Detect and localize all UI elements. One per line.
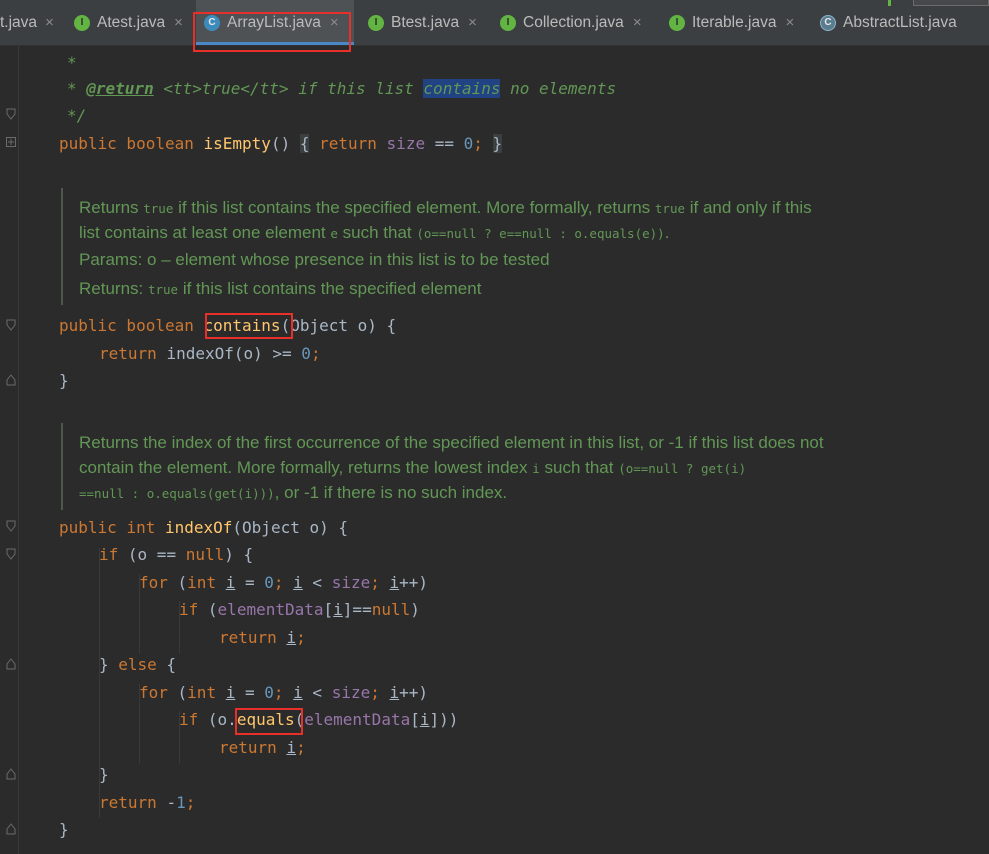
fold-icon[interactable] bbox=[6, 374, 16, 386]
fold-icon[interactable] bbox=[6, 548, 16, 560]
run-indicator-icon bbox=[888, 0, 891, 6]
interface-icon: I bbox=[500, 14, 516, 31]
fold-icon[interactable] bbox=[6, 319, 16, 331]
code-line-indexof: public int indexOf(Object o) { bbox=[59, 518, 348, 537]
doc-line: Returns true if this list contains the s… bbox=[79, 198, 812, 217]
code-line: for (int i = 0; i < size; i++) bbox=[139, 683, 429, 702]
code-line: */ bbox=[67, 106, 87, 125]
code-line: if (o == null) { bbox=[99, 545, 254, 564]
tab-label: ArrayList.java bbox=[227, 13, 321, 31]
code-line: } bbox=[99, 765, 109, 784]
fold-icon[interactable] bbox=[6, 137, 16, 149]
tab-t-java[interactable]: t.java × bbox=[0, 0, 62, 45]
tab-label: Collection.java bbox=[523, 13, 624, 31]
fold-icon[interactable] bbox=[6, 768, 16, 780]
code-line: } bbox=[59, 820, 69, 839]
code-line: if (elementData[i]==null) bbox=[179, 600, 420, 619]
fold-icon[interactable] bbox=[6, 108, 16, 120]
code-line: * bbox=[67, 53, 77, 72]
doc-line: contain the element. More formally, retu… bbox=[79, 458, 747, 477]
code-line: return i; bbox=[219, 628, 306, 647]
tab-label: Atest.java bbox=[97, 13, 166, 31]
rendered-javadoc-indexof: Returns the index of the first occurrenc… bbox=[61, 423, 861, 510]
tab-label: t.java bbox=[0, 13, 38, 31]
code-line: return indexOf(o) >= 0; bbox=[99, 344, 321, 363]
doc-line: ==null : o.equals(get(i))), or -1 if the… bbox=[79, 483, 508, 502]
gutter-divider bbox=[18, 46, 19, 854]
interface-icon: I bbox=[368, 14, 384, 31]
close-icon[interactable]: × bbox=[785, 14, 794, 31]
doc-line: Returns the index of the first occurrenc… bbox=[79, 433, 824, 452]
tab-btest[interactable]: I Btest.java × bbox=[360, 0, 488, 45]
search-match: contains bbox=[423, 79, 501, 98]
tab-atest[interactable]: I Atest.java × bbox=[66, 0, 192, 45]
code-line-contains: public boolean contains(Object o) { bbox=[59, 316, 397, 335]
close-icon[interactable]: × bbox=[45, 14, 54, 31]
close-icon[interactable]: × bbox=[330, 14, 339, 31]
abstract-class-icon: C bbox=[820, 14, 836, 31]
tab-label: Btest.java bbox=[391, 13, 460, 31]
tab-label: Iterable.java bbox=[692, 13, 777, 31]
close-icon[interactable]: × bbox=[174, 14, 183, 31]
class-icon: C bbox=[204, 14, 220, 31]
interface-icon: I bbox=[669, 14, 685, 31]
fold-icon[interactable] bbox=[6, 823, 16, 835]
code-line: } else { bbox=[99, 655, 177, 674]
fold-icon[interactable] bbox=[6, 520, 16, 532]
interface-icon: I bbox=[74, 14, 90, 31]
fold-icon[interactable] bbox=[6, 658, 16, 670]
doc-line: list contains at least one element e suc… bbox=[79, 223, 670, 242]
tab-label: AbstractList.java bbox=[843, 13, 957, 31]
close-icon[interactable]: × bbox=[468, 14, 477, 31]
tab-collection[interactable]: I Collection.java × bbox=[492, 0, 660, 45]
tab-arraylist[interactable]: C ArrayList.java × bbox=[196, 0, 354, 45]
code-line: for (int i = 0; i < size; i++) bbox=[139, 573, 429, 592]
editor-tab-bar: t.java × I Atest.java × C ArrayList.java… bbox=[0, 0, 989, 52]
active-tab-indicator bbox=[196, 42, 354, 45]
doc-params: Params: o – element whose presence in th… bbox=[79, 250, 550, 269]
close-icon[interactable]: × bbox=[633, 14, 642, 31]
code-line: return -1; bbox=[99, 793, 196, 812]
tab-iterable[interactable]: I Iterable.java × bbox=[661, 0, 811, 45]
code-line: * @return <tt>true</tt> if this list con… bbox=[67, 79, 617, 98]
search-box[interactable] bbox=[913, 0, 989, 6]
code-editor[interactable]: * * @return <tt>true</tt> if this list c… bbox=[0, 46, 989, 854]
code-line-isempty: public boolean isEmpty() { return size =… bbox=[59, 134, 503, 153]
code-line: return i; bbox=[219, 738, 306, 757]
code-line: if (o.equals(elementData[i])) bbox=[179, 710, 459, 729]
toolbar-stub bbox=[883, 0, 989, 8]
doc-returns: Returns: true if this list contains the … bbox=[79, 279, 482, 298]
code-line: } bbox=[59, 371, 69, 390]
rendered-javadoc-contains: Returns true if this list contains the s… bbox=[61, 188, 861, 305]
